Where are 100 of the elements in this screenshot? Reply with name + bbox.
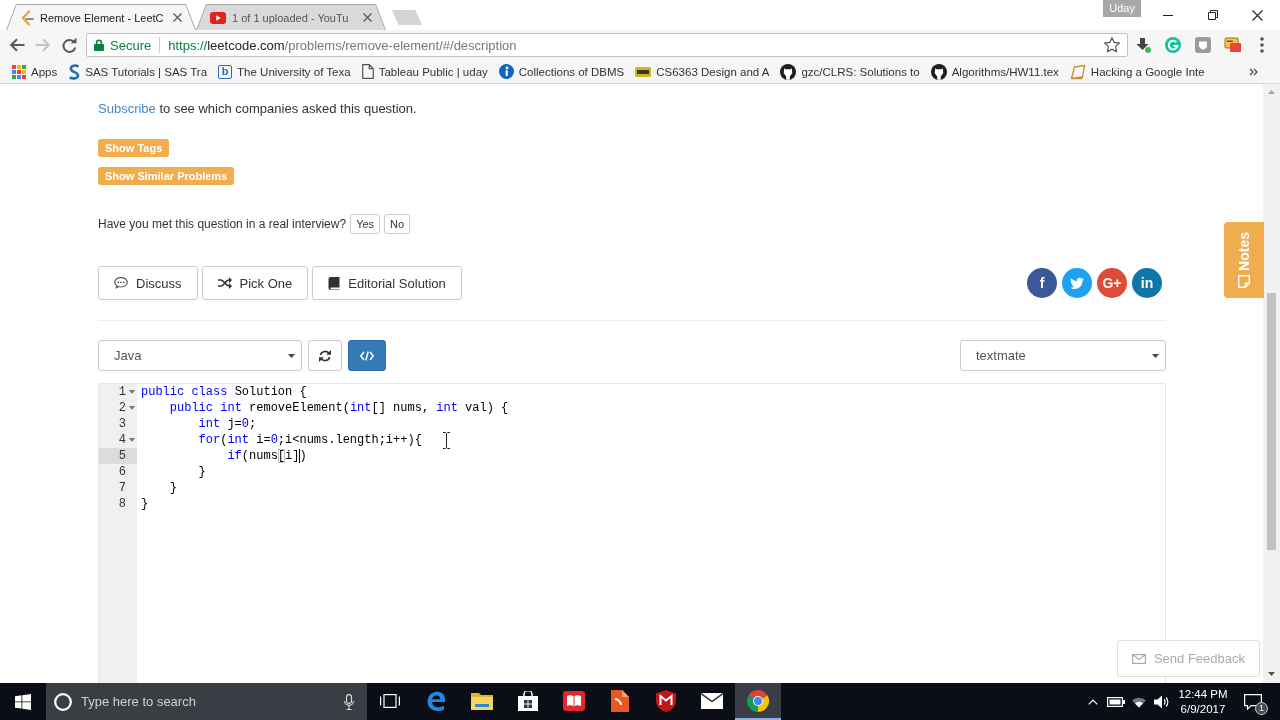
lock-icon xyxy=(94,39,104,51)
answer-button[interactable]: No xyxy=(384,214,411,234)
url-text: https://leetcode.com/problems/remove-element/#/description xyxy=(168,37,517,53)
note-outline-icon xyxy=(1069,63,1086,80)
interview-question: Have you met this question in a real interview? xyxy=(98,217,347,231)
apps-grid-icon xyxy=(12,64,26,79)
address-bar[interactable]: Secure https://leetcode.com/problems/remove-element/#/description xyxy=(86,33,1128,57)
caret-down-icon xyxy=(288,353,295,358)
notification-count: 1 xyxy=(1255,701,1268,715)
label-tag-icon xyxy=(635,66,652,77)
text-cursor-icon xyxy=(443,432,450,449)
bookmark-link[interactable]: Hacking a Google Inte xyxy=(1090,65,1205,78)
envelope-icon xyxy=(1131,653,1146,664)
speaker-icon[interactable] xyxy=(1153,694,1170,709)
answer-button[interactable]: Yes xyxy=(350,214,381,234)
shuffle-icon xyxy=(217,277,232,289)
note-icon xyxy=(1238,275,1250,289)
subscribe-link[interactable]: Subscribe xyxy=(98,101,156,116)
fold-caret-icon[interactable] xyxy=(128,406,135,410)
back-arrow-icon[interactable] xyxy=(9,38,25,52)
book-icon xyxy=(328,276,341,290)
security-label: Secure xyxy=(110,37,152,53)
code-line: public int removeElement(int[] nums, int val) { xyxy=(169,400,509,416)
bookmark-link[interactable]: The University of Texa xyxy=(237,65,351,78)
code-line: for(int i=0;i<nums.length;i++){ xyxy=(198,432,422,448)
search-field[interactable]: Type here to search xyxy=(81,694,335,709)
folder-icon xyxy=(471,691,493,710)
wifi-icon[interactable] xyxy=(1130,695,1147,708)
reset-button[interactable] xyxy=(308,340,342,371)
task-view-icon xyxy=(380,693,400,708)
code-brackets-icon xyxy=(360,350,374,361)
restore-icon[interactable] xyxy=(1207,10,1218,20)
double-chevron-icon[interactable] xyxy=(1249,67,1258,76)
envelope-icon xyxy=(701,692,723,709)
line-number: 1 xyxy=(118,384,126,400)
shield-icon xyxy=(656,689,676,712)
fold-caret-icon[interactable] xyxy=(128,390,135,394)
browser-tab[interactable]: 1 of 1 uploaded - YouTu xyxy=(196,4,386,30)
line-number: 2 xyxy=(118,400,126,416)
language-select[interactable]: Java xyxy=(98,340,302,371)
browser-tab[interactable]: Remove Element - LeetC xyxy=(6,4,196,30)
fold-caret-icon[interactable] xyxy=(128,438,135,442)
clock-time[interactable]: 12:44 PM xyxy=(1177,686,1229,702)
document-icon xyxy=(611,689,629,712)
shopping-bag-icon xyxy=(518,690,538,711)
share-button[interactable]: G+ xyxy=(1097,268,1127,298)
play-icon xyxy=(210,11,226,24)
book-icon xyxy=(563,690,585,711)
bookmark-link[interactable]: Algorithms/HW11.tex xyxy=(951,65,1059,78)
caret-down-icon xyxy=(1152,353,1159,358)
close-icon[interactable] xyxy=(173,13,182,22)
code-view-button[interactable] xyxy=(348,340,386,371)
line-number: 8 xyxy=(118,496,126,512)
caret-up-icon[interactable] xyxy=(1087,698,1098,705)
speech-bubble-icon xyxy=(114,277,128,289)
share-button[interactable]: in xyxy=(1132,268,1162,298)
code-line: int j=0; xyxy=(198,416,257,432)
bookmark-link[interactable]: CS6363 Design and A xyxy=(656,65,770,78)
cat-logo-icon xyxy=(780,63,797,80)
windows-logo-icon[interactable] xyxy=(15,693,31,710)
menu-icon[interactable] xyxy=(1260,37,1264,53)
taskbar-button[interactable] xyxy=(735,683,781,720)
bracket-logo-icon xyxy=(20,9,34,26)
editorial-solution-button[interactable]: Editorial Solution xyxy=(312,266,462,300)
chat-bubble-icon[interactable] xyxy=(1244,693,1262,710)
shield-square-icon[interactable] xyxy=(1195,37,1211,53)
bird-share-icon[interactable] xyxy=(1062,268,1092,298)
cards-icon[interactable] xyxy=(1224,37,1242,53)
share-button[interactable]: f xyxy=(1027,268,1057,298)
star-icon[interactable] xyxy=(1104,37,1120,53)
bookmark-link[interactable]: Collections of DBMS xyxy=(518,65,625,78)
battery-icon[interactable] xyxy=(1106,696,1125,707)
download-arrow-icon[interactable] xyxy=(1135,37,1151,53)
theme-select[interactable]: textmate xyxy=(960,340,1166,371)
code-line: public class Solution { xyxy=(141,384,307,400)
clock-date[interactable]: 6/9/2017 xyxy=(1177,701,1229,717)
refresh-icon xyxy=(319,349,331,362)
letter-logo: b xyxy=(218,64,233,79)
code-line: } xyxy=(198,464,206,480)
info-icon xyxy=(498,64,514,79)
bookmark-link[interactable]: SAS Tutorials | SAS Tra xyxy=(85,65,208,78)
discuss-button[interactable]: Discuss xyxy=(98,266,198,300)
minimize-icon[interactable] xyxy=(1162,14,1173,16)
scroll-down-arrow-icon[interactable] xyxy=(1268,672,1275,676)
bookmark-link[interactable]: Tableau Public | uday xyxy=(378,65,488,78)
scrollbar[interactable] xyxy=(1263,84,1280,683)
reload-icon[interactable] xyxy=(61,37,77,53)
bookmark-link[interactable]: gzc/CLRS: Solutions to xyxy=(801,65,920,78)
bookmark-link[interactable]: Apps xyxy=(31,65,58,78)
scrollbar-thumb[interactable] xyxy=(1267,293,1276,550)
subscribe-note: Subscribe to see which companies asked this question. xyxy=(98,100,417,118)
line-number: 6 xyxy=(118,464,126,480)
line-number: 4 xyxy=(118,432,126,448)
close-icon[interactable] xyxy=(1252,9,1263,21)
microphone-icon[interactable] xyxy=(344,693,354,710)
code-line: } xyxy=(141,496,149,512)
search-box[interactable]: Type here to search xyxy=(46,683,367,720)
code-line: } xyxy=(169,480,177,496)
pick-one-button[interactable]: Pick One xyxy=(201,266,309,300)
line-number: 3 xyxy=(118,416,126,432)
